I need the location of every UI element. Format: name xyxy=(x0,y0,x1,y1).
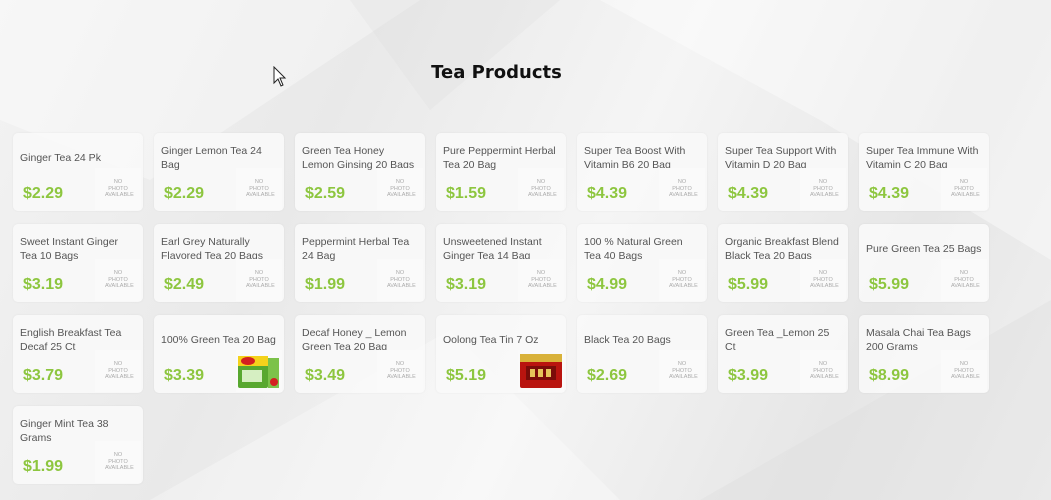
product-price: $5.19 xyxy=(446,367,487,384)
no-photo-text: NO PHOTO AVAILABLE xyxy=(810,270,839,290)
no-photo-placeholder[interactable]: NO PHOTO AVAILABLE xyxy=(95,259,141,301)
product-price: $1.59 xyxy=(446,185,487,202)
no-photo-text: NO PHOTO AVAILABLE xyxy=(810,179,839,199)
product-card[interactable]: 100 % Natural Green Tea 40 Bags $4.99 NO P… xyxy=(577,224,707,302)
product-price: $2.29 xyxy=(164,185,205,202)
no-photo-placeholder[interactable]: NO PHOTO AVAILABLE xyxy=(518,168,564,210)
product-price: $2.49 xyxy=(164,276,205,293)
product-card[interactable]: Sweet Instant Ginger Tea 10 Bags $3.19 NO … xyxy=(13,224,143,302)
product-price: $2.29 xyxy=(23,185,64,202)
product-card[interactable]: Green Tea Honey Lemon Ginsing 20 Bags $2.… xyxy=(295,133,425,211)
product-card[interactable]: Super Tea Boost With Vitamin B6 20 Bag $4… xyxy=(577,133,707,211)
no-photo-text: NO PHOTO AVAILABLE xyxy=(387,270,416,290)
product-card[interactable]: Ginger Lemon Tea 24 Bag $2.29 NO PHOTO AVA… xyxy=(154,133,284,211)
no-photo-text: NO PHOTO AVAILABLE xyxy=(387,179,416,199)
green-tea-box-icon xyxy=(238,356,279,388)
no-photo-text: NO PHOTO AVAILABLE xyxy=(528,270,557,290)
product-price: $3.19 xyxy=(446,276,487,293)
no-photo-text: NO PHOTO AVAILABLE xyxy=(951,179,980,199)
no-photo-text: NO PHOTO AVAILABLE xyxy=(246,179,275,199)
product-price: $4.39 xyxy=(587,185,628,202)
page-title: Tea Products xyxy=(431,62,562,83)
product-grid: Ginger Tea 24 Pk $2.29 NO PHOTO AVAILABLE G… xyxy=(13,133,989,484)
product-price: $3.39 xyxy=(164,367,205,384)
product-card[interactable]: Unsweetened Instant Ginger Tea 14 Bag $3.… xyxy=(436,224,566,302)
no-photo-placeholder[interactable]: NO PHOTO AVAILABLE xyxy=(659,168,705,210)
product-price: $3.99 xyxy=(728,367,769,384)
product-price: $8.99 xyxy=(869,367,910,384)
green-tea-box-image[interactable] xyxy=(236,350,282,392)
no-photo-placeholder[interactable]: NO PHOTO AVAILABLE xyxy=(800,168,846,210)
no-photo-text: NO PHOTO AVAILABLE xyxy=(246,270,275,290)
no-photo-text: NO PHOTO AVAILABLE xyxy=(669,361,698,381)
product-card[interactable]: Decaf Honey _ Lemon Green Tea 20 Bag $3.4… xyxy=(295,315,425,393)
product-name: Ginger Tea 24 Pk xyxy=(20,152,101,164)
no-photo-text: NO PHOTO AVAILABLE xyxy=(669,179,698,199)
product-card[interactable]: Organic Breakfast Blend Black Tea 20 Bag… xyxy=(718,224,848,302)
no-photo-text: NO PHOTO AVAILABLE xyxy=(105,179,134,199)
oolong-tin-image[interactable] xyxy=(518,350,564,392)
product-card[interactable]: Super Tea Immune With Vitamin C 20 Bag $4… xyxy=(859,133,989,211)
product-card[interactable]: Ginger Mint Tea 38 Grams $1.99 NO PHOTO AV… xyxy=(13,406,143,484)
product-card[interactable]: Oolong Tea Tin 7 Oz $5.19 xyxy=(436,315,566,393)
no-photo-placeholder[interactable]: NO PHOTO AVAILABLE xyxy=(377,259,423,301)
no-photo-text: NO PHOTO AVAILABLE xyxy=(105,361,134,381)
product-card[interactable]: 100% Green Tea 20 Bag $3.39 xyxy=(154,315,284,393)
product-price: $4.99 xyxy=(587,276,628,293)
no-photo-placeholder[interactable]: NO PHOTO AVAILABLE xyxy=(377,168,423,210)
no-photo-placeholder[interactable]: NO PHOTO AVAILABLE xyxy=(236,168,282,210)
product-card[interactable]: Pure Green Tea 25 Bags $5.99 NO PHOTO AVAI… xyxy=(859,224,989,302)
no-photo-placeholder[interactable]: NO PHOTO AVAILABLE xyxy=(659,259,705,301)
product-price: $1.99 xyxy=(23,458,64,475)
no-photo-placeholder[interactable]: NO PHOTO AVAILABLE xyxy=(800,259,846,301)
product-price: $1.99 xyxy=(305,276,346,293)
no-photo-text: NO PHOTO AVAILABLE xyxy=(387,361,416,381)
no-photo-placeholder[interactable]: NO PHOTO AVAILABLE xyxy=(941,259,987,301)
no-photo-text: NO PHOTO AVAILABLE xyxy=(105,452,134,472)
product-card[interactable]: Peppermint Herbal Tea 24 Bag $1.99 NO PHOT… xyxy=(295,224,425,302)
no-photo-placeholder[interactable]: NO PHOTO AVAILABLE xyxy=(800,350,846,392)
no-photo-placeholder[interactable]: NO PHOTO AVAILABLE xyxy=(377,350,423,392)
no-photo-text: NO PHOTO AVAILABLE xyxy=(810,361,839,381)
product-price: $3.79 xyxy=(23,367,64,384)
product-price: $4.39 xyxy=(869,185,910,202)
oolong-tin-icon xyxy=(520,354,562,388)
product-card[interactable]: Pure Peppermint Herbal Tea 20 Bag $1.59 NO… xyxy=(436,133,566,211)
mouse-cursor-icon xyxy=(273,66,287,87)
no-photo-text: NO PHOTO AVAILABLE xyxy=(528,179,557,199)
product-price: $2.59 xyxy=(305,185,346,202)
product-price: $3.49 xyxy=(305,367,346,384)
product-card[interactable]: Masala Chai Tea Bags 200 Grams $8.99 NO PH… xyxy=(859,315,989,393)
product-name: Oolong Tea Tin 7 Oz xyxy=(443,334,539,346)
no-photo-text: NO PHOTO AVAILABLE xyxy=(951,361,980,381)
no-photo-text: NO PHOTO AVAILABLE xyxy=(105,270,134,290)
product-price: $2.69 xyxy=(587,367,628,384)
no-photo-placeholder[interactable]: NO PHOTO AVAILABLE xyxy=(941,350,987,392)
no-photo-placeholder[interactable]: NO PHOTO AVAILABLE xyxy=(95,441,141,483)
no-photo-placeholder[interactable]: NO PHOTO AVAILABLE xyxy=(95,168,141,210)
product-card[interactable]: Black Tea 20 Bags $2.69 NO PHOTO AVAILABLE xyxy=(577,315,707,393)
product-card[interactable]: English Breakfast Tea Decaf 25 Ct $3.79 NO… xyxy=(13,315,143,393)
product-name: Pure Green Tea 25 Bags xyxy=(866,243,982,255)
product-price: $5.99 xyxy=(869,276,910,293)
product-price: $4.39 xyxy=(728,185,769,202)
no-photo-placeholder[interactable]: NO PHOTO AVAILABLE xyxy=(659,350,705,392)
product-card[interactable]: Ginger Tea 24 Pk $2.29 NO PHOTO AVAILABLE xyxy=(13,133,143,211)
no-photo-placeholder[interactable]: NO PHOTO AVAILABLE xyxy=(95,350,141,392)
no-photo-placeholder[interactable]: NO PHOTO AVAILABLE xyxy=(518,259,564,301)
product-price: $3.19 xyxy=(23,276,64,293)
no-photo-text: NO PHOTO AVAILABLE xyxy=(951,270,980,290)
no-photo-text: NO PHOTO AVAILABLE xyxy=(669,270,698,290)
no-photo-placeholder[interactable]: NO PHOTO AVAILABLE xyxy=(941,168,987,210)
product-card[interactable]: Green Tea _Lemon 25 Ct $3.99 NO PHOTO AVAI… xyxy=(718,315,848,393)
product-card[interactable]: Earl Grey Naturally Flavored Tea 20 Bags… xyxy=(154,224,284,302)
product-name: Black Tea 20 Bags xyxy=(584,334,671,346)
product-card[interactable]: Super Tea Support With Vitamin D 20 Bag $… xyxy=(718,133,848,211)
product-name: 100% Green Tea 20 Bag xyxy=(161,334,276,346)
product-price: $5.99 xyxy=(728,276,769,293)
no-photo-placeholder[interactable]: NO PHOTO AVAILABLE xyxy=(236,259,282,301)
